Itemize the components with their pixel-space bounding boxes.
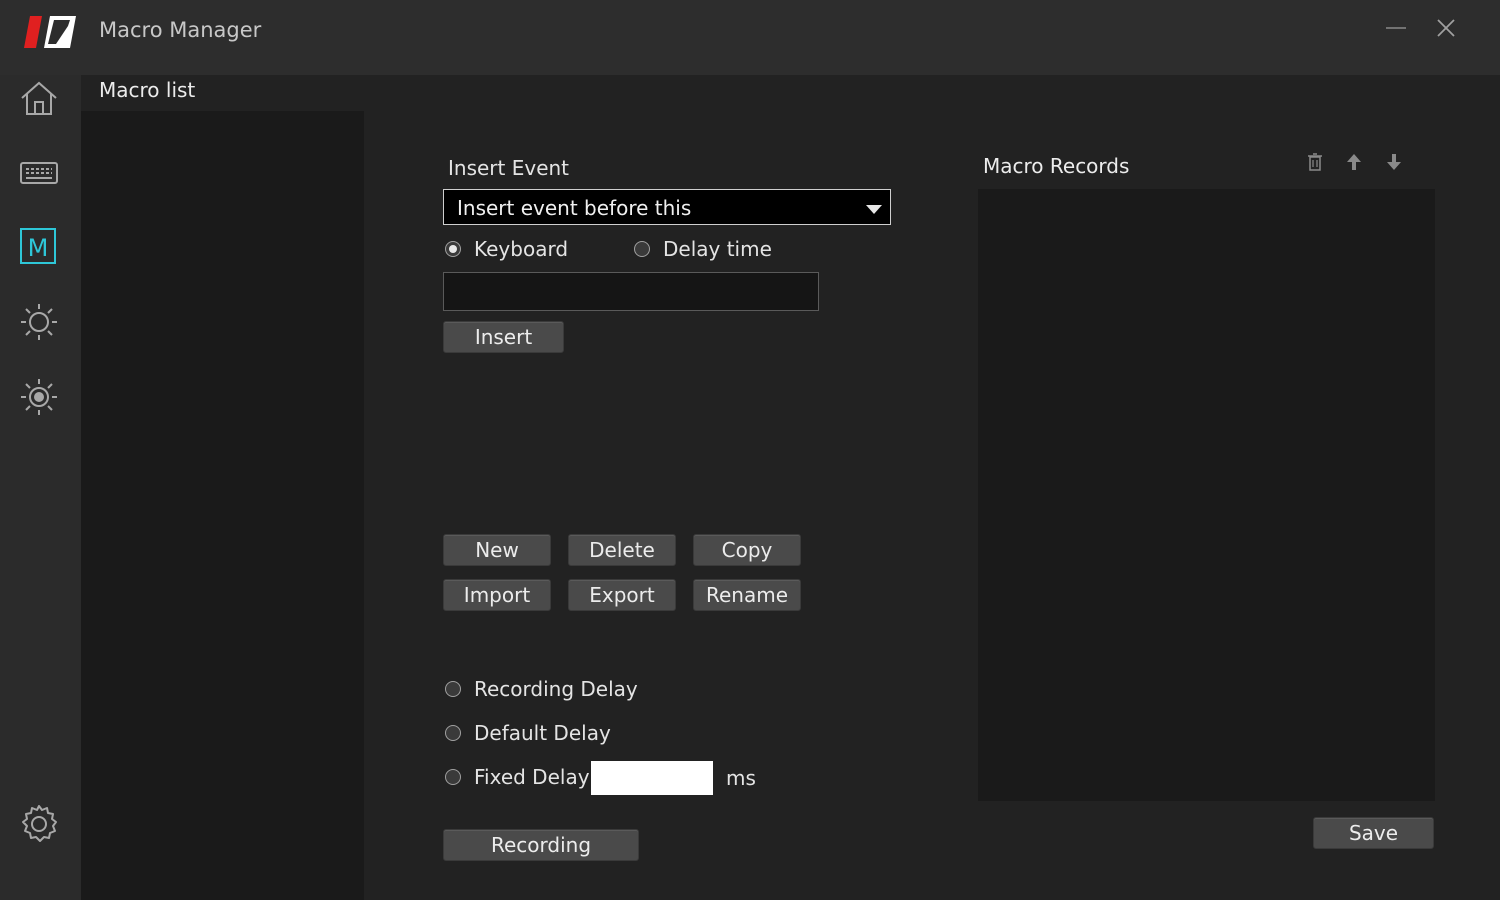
delay-unit-label: ms bbox=[726, 766, 756, 790]
sidebar: M bbox=[0, 75, 81, 900]
copy-button[interactable]: Copy bbox=[693, 534, 801, 566]
rename-button[interactable]: Rename bbox=[693, 579, 801, 611]
home-icon[interactable] bbox=[18, 78, 60, 120]
macro-list-label: Macro list bbox=[99, 78, 196, 102]
brand-logo bbox=[24, 16, 76, 48]
delay-time-radio[interactable] bbox=[634, 241, 650, 257]
delay-time-radio-label: Delay time bbox=[663, 237, 772, 261]
event-key-input[interactable] bbox=[443, 272, 819, 311]
macro-list[interactable] bbox=[81, 111, 364, 900]
chevron-down-icon bbox=[866, 205, 882, 214]
trash-icon[interactable] bbox=[1306, 152, 1324, 172]
save-button[interactable]: Save bbox=[1313, 817, 1434, 849]
insert-event-dropdown[interactable]: Insert event before this bbox=[443, 189, 891, 225]
svg-text:M: M bbox=[28, 234, 49, 262]
keyboard-icon[interactable] bbox=[18, 152, 60, 194]
macro-records-title: Macro Records bbox=[983, 154, 1130, 178]
delete-button[interactable]: Delete bbox=[568, 534, 676, 566]
brightness-high-icon[interactable] bbox=[18, 376, 60, 418]
arrow-up-icon[interactable] bbox=[1345, 152, 1363, 172]
brightness-low-icon[interactable] bbox=[18, 301, 60, 343]
insert-event-dropdown-value: Insert event before this bbox=[457, 196, 692, 220]
new-button[interactable]: New bbox=[443, 534, 551, 566]
keyboard-radio-label: Keyboard bbox=[474, 237, 569, 261]
macro-icon[interactable]: M bbox=[18, 226, 60, 268]
insert-event-label: Insert Event bbox=[448, 156, 570, 180]
settings-gear-icon[interactable] bbox=[18, 803, 60, 845]
recording-delay-label: Recording Delay bbox=[474, 677, 638, 701]
default-delay-radio[interactable] bbox=[445, 725, 461, 741]
close-icon[interactable] bbox=[1434, 16, 1458, 40]
fixed-delay-label: Fixed Delay bbox=[474, 765, 590, 789]
keyboard-radio[interactable] bbox=[445, 241, 461, 257]
default-delay-label: Default Delay bbox=[474, 721, 611, 745]
export-button[interactable]: Export bbox=[568, 579, 676, 611]
recording-delay-radio[interactable] bbox=[445, 681, 461, 697]
fixed-delay-input[interactable] bbox=[591, 761, 713, 795]
recording-button[interactable]: Recording bbox=[443, 829, 639, 861]
insert-button[interactable]: Insert bbox=[443, 321, 564, 353]
minimize-icon[interactable] bbox=[1384, 16, 1408, 40]
import-button[interactable]: Import bbox=[443, 579, 551, 611]
arrow-down-icon[interactable] bbox=[1385, 152, 1403, 172]
macro-records-panel[interactable] bbox=[978, 189, 1435, 801]
fixed-delay-radio[interactable] bbox=[445, 769, 461, 785]
title-bar: Macro Manager bbox=[0, 0, 1500, 75]
app-title: Macro Manager bbox=[99, 18, 262, 42]
